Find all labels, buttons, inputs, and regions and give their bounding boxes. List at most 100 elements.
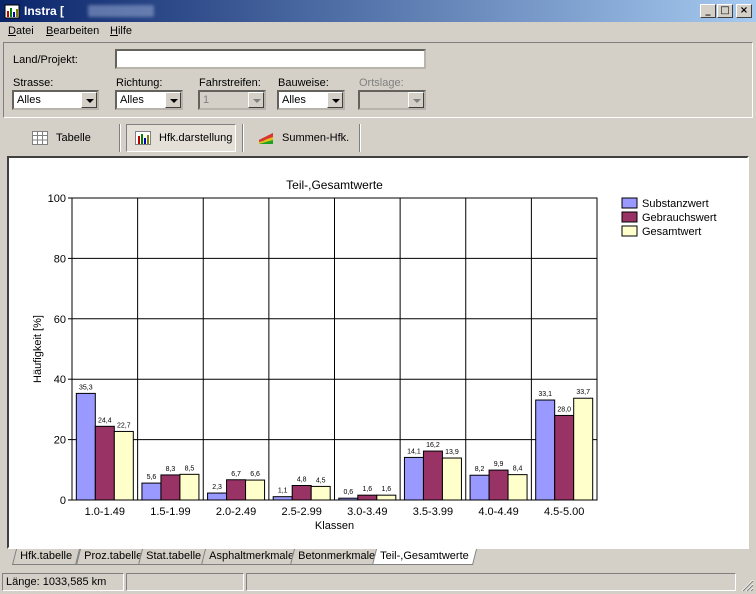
x-axis-label: Klassen (315, 520, 354, 532)
window-title-redacted (88, 5, 154, 17)
bar-gebrauchswert (226, 479, 247, 501)
minimize-button[interactable]: _ (700, 4, 716, 18)
richtung-value: Alles (120, 94, 144, 106)
y-tick-label: 100 (48, 193, 66, 205)
length-status: Länge: 1033,585 km (2, 573, 124, 591)
toolbar-separator (242, 124, 244, 152)
data-label: 16,2 (426, 442, 440, 449)
x-tick-label: 4.0-4.49 (478, 506, 518, 518)
strasse-value: Alles (17, 94, 41, 106)
view-toolbar: Tabelle Hfk.darstellung Summen-Hfk. (0, 122, 756, 154)
x-tick-label: 1.0-1.49 (85, 506, 125, 518)
richtung-select[interactable]: Alles (115, 90, 183, 110)
tab-betonmerkmale[interactable]: Betonmerkmale (290, 549, 384, 565)
legend-swatch (621, 211, 638, 223)
y-tick-label: 40 (54, 374, 66, 386)
fahrstreifen-value: 1 (203, 94, 210, 106)
data-label: 13,9 (445, 449, 459, 456)
legend-swatch (621, 225, 638, 237)
app-icon (4, 4, 20, 19)
tab-hfk-tabelle[interactable]: Hfk.tabelle (12, 549, 80, 565)
menu-bar: Datei Bearbeiten Hilfe (0, 22, 756, 41)
strasse-label: Strasse: (13, 77, 54, 89)
chevron-down-icon[interactable] (81, 92, 97, 108)
menu-bearbeiten[interactable]: Bearbeiten (46, 25, 99, 37)
data-label: 35,3 (79, 384, 93, 391)
data-label: 9,9 (494, 461, 504, 468)
data-label: 28,0 (557, 406, 571, 413)
data-label: 6,7 (231, 471, 241, 478)
chevron-down-icon (248, 92, 264, 108)
bar-gesamtwert (507, 474, 528, 501)
bar-chart-icon (135, 131, 151, 145)
toolbar-separator (359, 124, 361, 152)
data-label: 14,1 (407, 448, 421, 455)
bar-gebrauchswert (94, 425, 115, 501)
table-icon (32, 131, 48, 145)
bar-substanzwert (469, 474, 490, 501)
data-label: 1,6 (362, 486, 372, 493)
bauweise-label: Bauweise: (278, 77, 329, 89)
bar-gebrauchswert (488, 469, 509, 501)
data-label: 0,6 (343, 489, 353, 496)
x-tick-label: 1.5-1.99 (150, 506, 190, 518)
hfk-darstellung-label: Hfk.darstellung (159, 132, 233, 144)
data-label: 8,5 (185, 465, 195, 472)
summen-hfk-label: Summen-Hfk. (282, 132, 350, 144)
bar-substanzwert (535, 399, 556, 501)
tab-asphaltmerkmale[interactable]: Asphaltmerkmale (201, 549, 302, 565)
bar-gebrauchswert (160, 474, 181, 501)
tab-teil-gesamtwerte[interactable]: Teil-,Gesamtwerte (372, 549, 477, 565)
chevron-down-icon[interactable] (327, 92, 343, 108)
legend-label: Substanzwert (642, 198, 709, 210)
bar-substanzwert (403, 456, 424, 501)
bar-gesamtwert (245, 479, 266, 501)
ortslage-select (358, 90, 426, 110)
x-tick-label: 2.0-2.49 (216, 506, 256, 518)
y-axis-label: Häufigkeit [%] (32, 315, 44, 383)
summen-hfk-button[interactable]: Summen-Hfk. (250, 124, 354, 152)
fahrstreifen-label: Fahrstreifen: (199, 77, 261, 89)
chevron-down-icon[interactable] (165, 92, 181, 108)
status-cell (246, 573, 736, 591)
x-tick-label: 3.5-3.99 (413, 506, 453, 518)
y-tick-label: 60 (54, 314, 66, 326)
x-tick-label: 2.5-2.99 (282, 506, 322, 518)
tab-stat-tabelle[interactable]: Stat.tabelle (138, 549, 210, 565)
close-button[interactable]: × (736, 4, 752, 18)
strasse-select[interactable]: Alles (12, 90, 99, 110)
bauweise-select[interactable]: Alles (277, 90, 345, 110)
menu-datei[interactable]: Datei (8, 25, 34, 37)
filter-panel: Land/Projekt: Strasse: Alles Richtung: A… (3, 42, 753, 118)
chart-panel: Teil-,Gesamtwerte 0 20 40 60 80 100 35,3 24,4 22,… (7, 156, 749, 549)
land-projekt-input[interactable] (115, 49, 426, 69)
data-label: 5,6 (147, 474, 157, 481)
data-label: 2,3 (212, 484, 222, 491)
data-label: 1,6 (381, 486, 391, 493)
maximize-button[interactable]: □ (717, 4, 733, 18)
tabelle-button[interactable]: Tabelle (24, 124, 112, 152)
y-tick-label: 80 (54, 253, 66, 265)
bar-gesamtwert (573, 397, 594, 501)
bar-gesamtwert (441, 457, 462, 501)
window-title: Instra [ (24, 4, 65, 18)
bar-substanzwert (338, 497, 359, 501)
bar-gebrauchswert (422, 450, 443, 501)
bar-gesamtwert (376, 494, 397, 501)
bar-gebrauchswert (291, 485, 312, 501)
bar-gebrauchswert (357, 494, 378, 501)
hfk-darstellung-button[interactable]: Hfk.darstellung (126, 124, 236, 152)
data-label: 24,4 (98, 417, 112, 424)
bar-gebrauchswert (554, 414, 575, 501)
bar-substanzwert (207, 492, 228, 501)
legend-label: Gebrauchswert (642, 212, 717, 224)
data-label: 8,4 (513, 466, 523, 473)
bar-chart: Teil-,Gesamtwerte 0 20 40 60 80 100 35,3 24,4 22,… (32, 178, 717, 532)
data-label: 8,3 (166, 466, 176, 473)
menu-hilfe[interactable]: Hilfe (110, 25, 132, 37)
land-projekt-label: Land/Projekt: (13, 54, 78, 66)
resize-grip-icon[interactable] (740, 578, 754, 592)
sheet-tabs: Hfk.tabelle Proz.tabelle Stat.tabelle As… (0, 549, 756, 569)
data-label: 4,5 (316, 477, 326, 484)
data-label: 4,8 (297, 477, 307, 484)
